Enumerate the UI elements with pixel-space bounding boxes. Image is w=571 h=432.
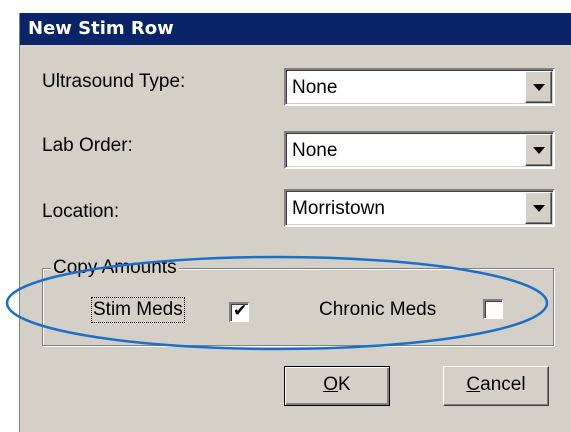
- ultrasound-type-select[interactable]: None: [284, 68, 555, 106]
- chronic-meds-label[interactable]: Chronic Meds: [319, 299, 436, 321]
- title-bar[interactable]: New Stim Row: [20, 13, 571, 45]
- cancel-button-label: ancel: [480, 374, 526, 395]
- location-label: Location:: [42, 201, 120, 222]
- new-stim-row-dialog: New Stim Row Ultrasound Type: None Lab O…: [19, 13, 571, 432]
- cancel-button[interactable]: Cancel: [443, 366, 549, 406]
- location-value: Morristown: [292, 198, 385, 219]
- lab-order-label: Lab Order:: [42, 135, 133, 156]
- ultrasound-type-dropdown-button[interactable]: [525, 71, 552, 103]
- chevron-down-icon: [533, 205, 545, 212]
- ok-button-accel: O: [323, 374, 339, 395]
- ultrasound-type-value: None: [292, 77, 338, 98]
- lab-order-select[interactable]: None: [284, 131, 555, 169]
- ok-button-label: K: [338, 374, 351, 395]
- copy-amounts-group: Copy Amounts Stim Meds ✔ Chronic Meds: [42, 257, 554, 346]
- chevron-down-icon: [533, 84, 545, 91]
- location-select[interactable]: Morristown: [284, 189, 555, 227]
- chevron-down-icon: [533, 147, 545, 154]
- copy-amounts-legend: Copy Amounts: [51, 257, 179, 279]
- stim-meds-label[interactable]: Stim Meds: [91, 297, 185, 323]
- location-dropdown-button[interactable]: [525, 192, 552, 224]
- stim-meds-checkbox[interactable]: ✔: [229, 301, 249, 322]
- window-title: New Stim Row: [28, 18, 174, 39]
- ultrasound-type-label: Ultrasound Type:: [42, 71, 186, 92]
- ok-button[interactable]: OK: [284, 366, 390, 406]
- cancel-button-accel: C: [466, 374, 481, 395]
- lab-order-value: None: [292, 140, 338, 161]
- lab-order-dropdown-button[interactable]: [525, 134, 552, 166]
- chronic-meds-checkbox[interactable]: [483, 299, 503, 319]
- checkmark-icon: ✔: [233, 301, 248, 320]
